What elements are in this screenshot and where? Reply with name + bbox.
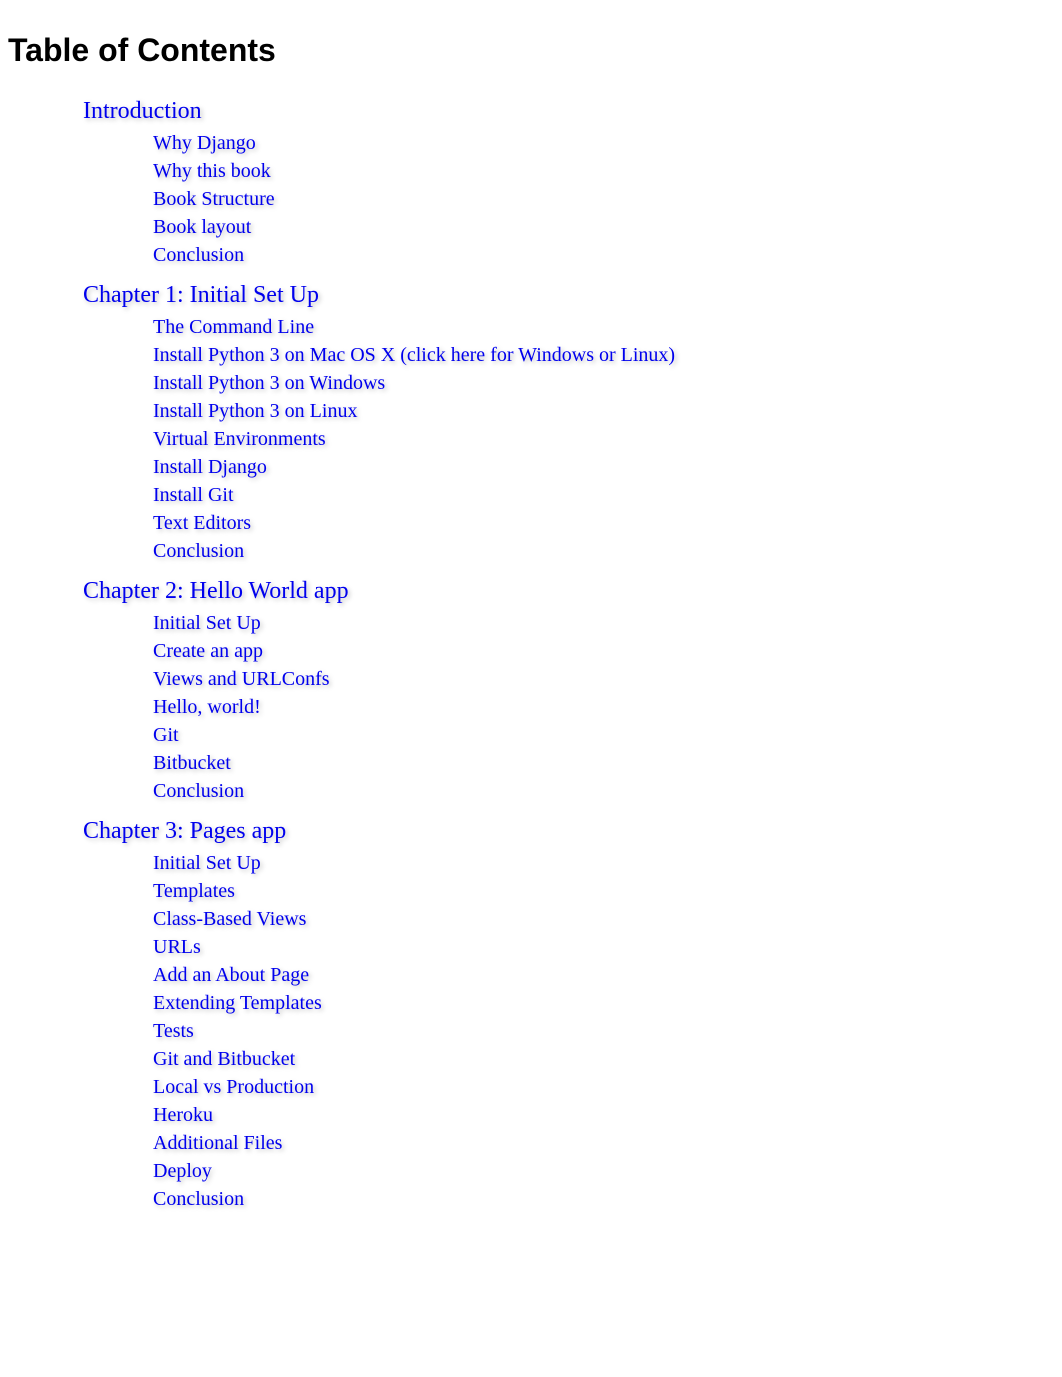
toc-subitem-link[interactable]: Class-Based Views xyxy=(153,905,306,933)
toc-subitem: Heroku xyxy=(153,1101,1062,1129)
toc-subitem: Deploy xyxy=(153,1157,1062,1185)
toc-subitem: Conclusion xyxy=(153,1185,1062,1213)
toc-subitem: Install Git xyxy=(153,481,1062,509)
toc-subitem: Install Python 3 on Linux xyxy=(153,397,1062,425)
toc-subitem-link[interactable]: Why this book xyxy=(153,157,271,185)
toc-subitem-link[interactable]: Conclusion xyxy=(153,537,244,565)
toc-subitem: Install Python 3 on Mac OS X (click here… xyxy=(153,341,1062,369)
toc-sublist: The Command Line Install Python 3 on Mac… xyxy=(153,313,1062,565)
toc-chapter-link[interactable]: Chapter 3: Pages app xyxy=(83,813,286,849)
toc-subitem: Hello, world! xyxy=(153,693,1062,721)
toc-sublist: Why Django Why this book Book Structure … xyxy=(153,129,1062,269)
toc-subitem-link[interactable]: Views and URLConfs xyxy=(153,665,330,693)
toc-sublist: Initial Set Up Create an app Views and U… xyxy=(153,609,1062,805)
toc-chapter-link[interactable]: Introduction xyxy=(83,93,202,129)
toc-subitem-link[interactable]: Hello, world! xyxy=(153,693,261,721)
toc-sublist: Initial Set Up Templates Class-Based Vie… xyxy=(153,849,1062,1213)
toc-subitem: Git and Bitbucket xyxy=(153,1045,1062,1073)
toc-chapter: Chapter 3: Pages app Initial Set Up Temp… xyxy=(83,813,1062,1213)
toc-subitem: Additional Files xyxy=(153,1129,1062,1157)
toc-subitem: Views and URLConfs xyxy=(153,665,1062,693)
toc-subitem: Virtual Environments xyxy=(153,425,1062,453)
toc-subitem: Text Editors xyxy=(153,509,1062,537)
toc-subitem: URLs xyxy=(153,933,1062,961)
toc-subitem-link[interactable]: Text Editors xyxy=(153,509,251,537)
toc-subitem-link[interactable]: URLs xyxy=(153,933,201,961)
toc-subitem: Add an About Page xyxy=(153,961,1062,989)
toc-subitem: Why Django xyxy=(153,129,1062,157)
toc-subitem-link[interactable]: Add an About Page xyxy=(153,961,309,989)
toc-subitem: The Command Line xyxy=(153,313,1062,341)
toc-subitem: Templates xyxy=(153,877,1062,905)
toc-chapter-link[interactable]: Chapter 1: Initial Set Up xyxy=(83,277,319,313)
toc-subitem-link[interactable]: Create an app xyxy=(153,637,263,665)
toc-subitem: Book layout xyxy=(153,213,1062,241)
toc-subitem-link[interactable]: Initial Set Up xyxy=(153,849,261,877)
toc-chapter: Chapter 1: Initial Set Up The Command Li… xyxy=(83,277,1062,565)
toc-subitem: Local vs Production xyxy=(153,1073,1062,1101)
toc-subitem-link[interactable]: Book Structure xyxy=(153,185,275,213)
toc-subitem: Conclusion xyxy=(153,241,1062,269)
toc-subitem-link[interactable]: Bitbucket xyxy=(153,749,231,777)
toc-subitem-link[interactable]: Install Python 3 on Mac OS X (click here… xyxy=(153,341,675,369)
toc-subitem-link[interactable]: Virtual Environments xyxy=(153,425,326,453)
toc-subitem: Conclusion xyxy=(153,777,1062,805)
toc-subitem-link[interactable]: Tests xyxy=(153,1017,194,1045)
toc-subitem-link[interactable]: Install Django xyxy=(153,453,267,481)
toc-subitem: Conclusion xyxy=(153,537,1062,565)
toc-subitem: Book Structure xyxy=(153,185,1062,213)
toc-subitem-link[interactable]: Install Python 3 on Windows xyxy=(153,369,385,397)
toc-subitem: Tests xyxy=(153,1017,1062,1045)
toc-subitem-link[interactable]: Additional Files xyxy=(153,1129,282,1157)
toc-subitem: Install Python 3 on Windows xyxy=(153,369,1062,397)
toc-subitem: Create an app xyxy=(153,637,1062,665)
toc-root: Introduction Why Django Why this book Bo… xyxy=(83,93,1062,1213)
toc-subitem-link[interactable]: Initial Set Up xyxy=(153,609,261,637)
toc-subitem-link[interactable]: Install Python 3 on Linux xyxy=(153,397,357,425)
page-title: Table of Contents xyxy=(8,32,1062,69)
toc-subitem-link[interactable]: Extending Templates xyxy=(153,989,322,1017)
toc-subitem: Initial Set Up xyxy=(153,609,1062,637)
toc-subitem-link[interactable]: Local vs Production xyxy=(153,1073,314,1101)
toc-subitem: Extending Templates xyxy=(153,989,1062,1017)
toc-subitem: Install Django xyxy=(153,453,1062,481)
toc-subitem-link[interactable]: Install Git xyxy=(153,481,234,509)
toc-subitem-link[interactable]: Deploy xyxy=(153,1157,212,1185)
toc-subitem: Git xyxy=(153,721,1062,749)
toc-subitem-link[interactable]: Templates xyxy=(153,877,235,905)
toc-subitem: Bitbucket xyxy=(153,749,1062,777)
toc-subitem-link[interactable]: Book layout xyxy=(153,213,251,241)
toc-chapter-link[interactable]: Chapter 2: Hello World app xyxy=(83,573,349,609)
toc-subitem-link[interactable]: Conclusion xyxy=(153,241,244,269)
toc-subitem-link[interactable]: Git xyxy=(153,721,179,749)
toc-subitem-link[interactable]: Conclusion xyxy=(153,777,244,805)
toc-subitem-link[interactable]: Git and Bitbucket xyxy=(153,1045,295,1073)
toc-chapter: Chapter 2: Hello World app Initial Set U… xyxy=(83,573,1062,805)
toc-subitem-link[interactable]: Why Django xyxy=(153,129,256,157)
toc-chapter: Introduction Why Django Why this book Bo… xyxy=(83,93,1062,269)
toc-subitem-link[interactable]: Conclusion xyxy=(153,1185,244,1213)
toc-subitem: Why this book xyxy=(153,157,1062,185)
toc-subitem-link[interactable]: The Command Line xyxy=(153,313,314,341)
toc-subitem-link[interactable]: Heroku xyxy=(153,1101,213,1129)
toc-subitem: Initial Set Up xyxy=(153,849,1062,877)
toc-subitem: Class-Based Views xyxy=(153,905,1062,933)
